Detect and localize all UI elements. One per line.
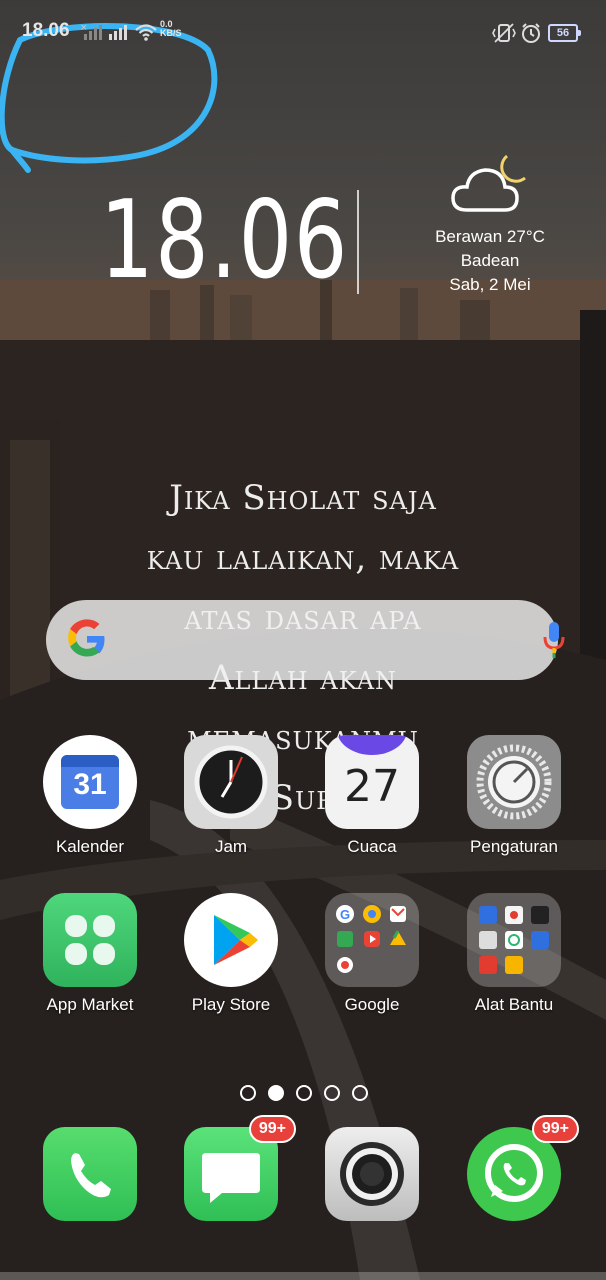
svg-text:G: G [340, 907, 350, 922]
dock-camera[interactable] [317, 1127, 427, 1221]
calendar-icon: 31 [43, 735, 137, 829]
weather-temp-number: 27 [344, 761, 400, 812]
quote-line: Jika Sholat saja [169, 478, 437, 518]
cloudy-night-icon [451, 154, 526, 212]
dock-messages[interactable]: 99+ [176, 1115, 296, 1221]
signal-icon [109, 25, 127, 40]
weather-condition: Berawan 27°C [435, 227, 545, 246]
wifi-icon [135, 24, 157, 41]
page-dot[interactable] [296, 1085, 312, 1101]
signal-no-service-icon: × [80, 23, 102, 40]
page-dot[interactable] [324, 1085, 340, 1101]
google-search-bar[interactable] [46, 600, 565, 680]
app-kalender[interactable]: 31 Kalender [35, 735, 145, 857]
app-label: App Market [46, 995, 134, 1014]
gesture-bar[interactable] [0, 1272, 606, 1280]
whatsapp-icon: 99+ [467, 1115, 579, 1221]
home-clock-time[interactable]: 18.06 [100, 178, 349, 303]
notification-badge: 99+ [531, 1115, 579, 1143]
app-label: Play Store [191, 995, 271, 1014]
net-speed-unit: KB/S [160, 28, 182, 38]
page-dot-active[interactable] [268, 1085, 284, 1101]
status-time: 18.06 [22, 20, 70, 41]
settings-icon [467, 735, 561, 829]
folder-google[interactable]: G Google [317, 893, 427, 1015]
folder-alat-bantu[interactable]: Alat Bantu [459, 893, 569, 1015]
widget-date: Sab, 2 Mei [449, 275, 531, 294]
alarm-icon [522, 23, 540, 43]
app-jam[interactable]: Jam [176, 735, 286, 857]
folder-icon [467, 893, 561, 987]
dock-phone[interactable] [35, 1127, 145, 1221]
app-label: Pengaturan [470, 837, 558, 856]
app-play-store[interactable]: Play Store [176, 893, 286, 1015]
widget-divider [357, 190, 359, 294]
svg-text:×: × [80, 23, 88, 33]
phone-icon [43, 1127, 137, 1221]
microphone-icon[interactable] [542, 622, 566, 658]
app-label: Google [344, 995, 400, 1014]
app-label: Jam [214, 837, 248, 856]
battery-indicator: 56 [548, 24, 581, 42]
quote-line: kau lalaikan, maka [146, 538, 460, 578]
play-store-icon [184, 893, 278, 987]
notification-badge: 99+ [248, 1115, 296, 1143]
dock-whatsapp[interactable]: 99+ [459, 1115, 579, 1221]
app-market-icon [43, 893, 137, 987]
page-dot[interactable] [352, 1085, 368, 1101]
app-label: Cuaca [347, 837, 397, 856]
clock-icon [184, 735, 278, 829]
network-speed: 0.0 KB/S [160, 20, 182, 38]
app-label: Kalender [55, 837, 125, 856]
app-pengaturan[interactable]: Pengaturan [459, 735, 569, 857]
page-dot[interactable] [240, 1085, 256, 1101]
vibrate-mode-icon [492, 23, 516, 43]
camera-icon [325, 1127, 419, 1221]
weather-icon: 27 [325, 735, 419, 829]
google-g-icon [68, 619, 105, 657]
app-app-market[interactable]: App Market [35, 893, 145, 1015]
app-cuaca[interactable]: 27 Cuaca [317, 735, 427, 857]
weather-location: Badean [460, 251, 520, 270]
folder-icon: G [325, 893, 419, 987]
app-label: Alat Bantu [474, 995, 554, 1014]
calendar-date-number: 31 [73, 768, 107, 801]
weather-widget[interactable]: Berawan 27°C Badean Sab, 2 Mei [410, 150, 570, 297]
status-bar: 18.06 × 0.0 KB/S 56 [0, 18, 606, 48]
message-icon: 99+ [184, 1115, 296, 1221]
page-indicator[interactable] [240, 1085, 370, 1101]
